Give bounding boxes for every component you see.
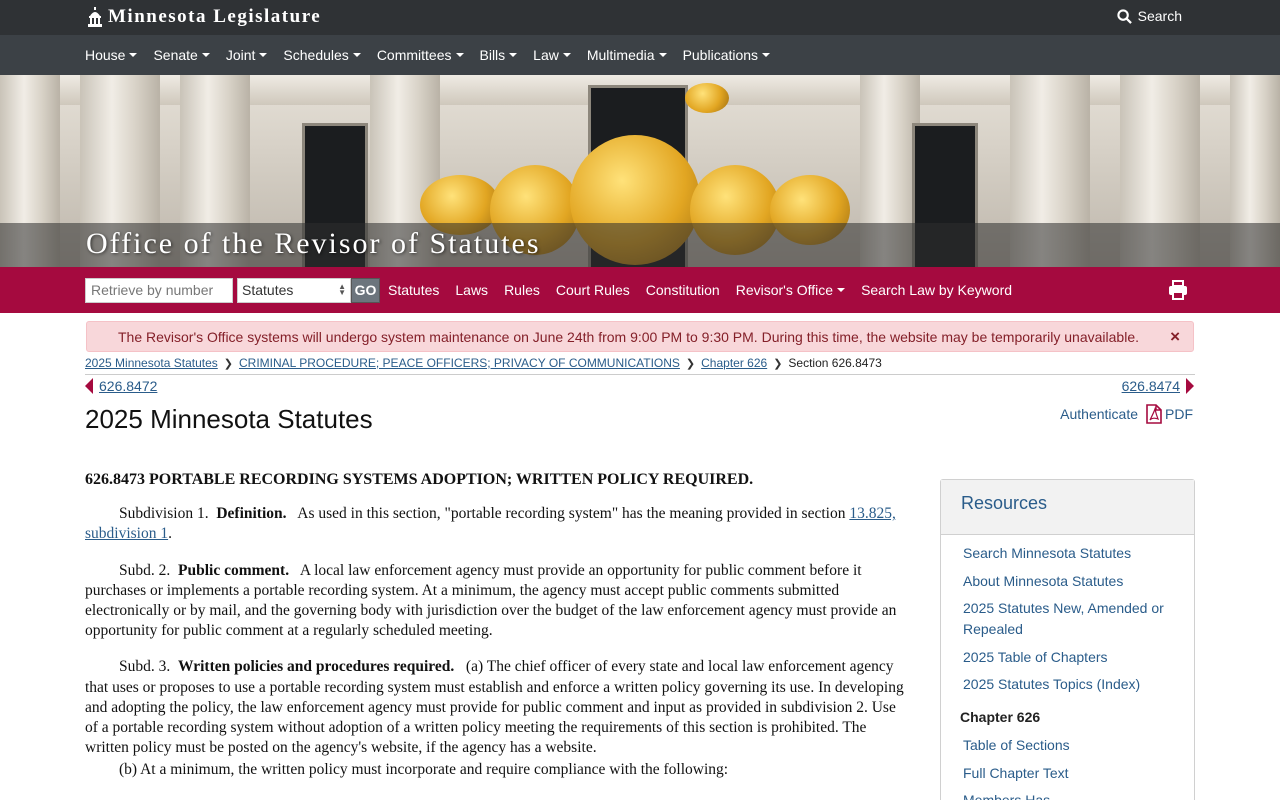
caret-down-icon: [658, 53, 667, 57]
nav-schedules[interactable]: Schedules: [283, 47, 361, 63]
resource-link[interactable]: 2025 Table of Chapters: [963, 647, 1172, 668]
caret-down-icon: [259, 53, 268, 57]
close-icon[interactable]: ×: [1170, 327, 1180, 347]
subdivision-2: Subd. 2. Public comment. A local law enf…: [85, 561, 897, 640]
resource-link[interactable]: 2025 Statutes New, Amended or Repealed: [963, 598, 1172, 640]
site-brand[interactable]: Minnesota Legislature: [86, 6, 321, 28]
retrieve-by-number-input[interactable]: [85, 277, 233, 303]
nav-senate[interactable]: Senate: [153, 47, 210, 63]
nav-publications[interactable]: Publications: [683, 47, 771, 63]
next-section[interactable]: 626.8474: [1122, 378, 1194, 394]
revisor-link-constitution[interactable]: Constitution: [646, 282, 720, 298]
section-heading: 626.8473 PORTABLE RECORDING SYSTEMS ADOP…: [85, 471, 754, 488]
chapter-link[interactable]: Full Chapter Text: [963, 763, 1172, 784]
breadcrumb-criminal-procedure[interactable]: CRIMINAL PROCEDURE; PEACE OFFICERS; PRIV…: [239, 356, 680, 370]
resources-title: Resources: [941, 480, 1194, 535]
breadcrumb-current: Section 626.8473: [788, 356, 882, 370]
page-title: 2025 Minnesota Statutes: [85, 404, 373, 434]
chapter-link[interactable]: Members Has...: [963, 790, 1172, 800]
nav-house[interactable]: House: [85, 47, 138, 63]
triangle-right-icon: [1186, 378, 1194, 394]
capitol-icon: [88, 7, 102, 27]
top-bar: Minnesota Legislature Search: [0, 0, 1280, 35]
pdf-link[interactable]: PDF: [1146, 404, 1193, 424]
caret-down-icon: [455, 53, 464, 57]
hero-title: Office of the Revisor of Statutes: [86, 227, 541, 260]
go-button[interactable]: GO: [351, 277, 380, 303]
nav-joint[interactable]: Joint: [226, 47, 268, 63]
top-search-button[interactable]: Search: [1117, 8, 1182, 24]
breadcrumb-divider: [85, 374, 1195, 375]
next-section-link[interactable]: 626.8474: [1122, 378, 1180, 394]
pdf-icon: [1146, 404, 1162, 424]
subdivision-3: Subd. 3. Written policies and procedures…: [85, 658, 904, 757]
resource-link[interactable]: 2025 Statutes Topics (Index): [963, 674, 1172, 695]
revisor-bar: Statutes ▲▼ GO Statutes Laws Rules Court…: [0, 267, 1280, 313]
authenticate-link[interactable]: Authenticate: [1060, 406, 1138, 422]
caret-down-icon: [129, 53, 138, 57]
subdivision-1: Subdivision 1. Definition. As used in th…: [85, 505, 896, 543]
breadcrumb-chapter[interactable]: Chapter 626: [701, 356, 767, 370]
document-actions: Authenticate PDF: [1060, 404, 1193, 424]
chevron-right-icon: ❯: [223, 357, 233, 370]
revisor-link-rules[interactable]: Rules: [504, 282, 540, 298]
site-title: Minnesota Legislature: [108, 6, 322, 27]
caret-down-icon: [201, 53, 210, 57]
resource-link[interactable]: About Minnesota Statutes: [963, 571, 1172, 592]
caret-down-icon: [837, 288, 846, 292]
caret-down-icon: [352, 53, 361, 57]
search-icon: [1117, 8, 1132, 24]
caret-down-icon: [762, 53, 771, 57]
breadcrumb: 2025 Minnesota Statutes ❯ CRIMINAL PROCE…: [85, 356, 882, 370]
alert-message: The Revisor's Office systems will underg…: [118, 328, 1139, 345]
main-nav: House Senate Joint Schedules Committees …: [0, 35, 1280, 75]
nav-committees[interactable]: Committees: [377, 47, 464, 63]
chapter-link[interactable]: Table of Sections: [963, 735, 1172, 756]
resources-panel: Resources Search Minnesota Statutes Abou…: [940, 479, 1195, 800]
document-type-select[interactable]: Statutes ▲ ▼: [237, 277, 351, 303]
maintenance-alert: The Revisor's Office systems will underg…: [86, 321, 1194, 352]
chapter-heading: Chapter 626: [960, 709, 1041, 725]
triangle-left-icon: [85, 378, 93, 394]
revisor-link-court-rules[interactable]: Court Rules: [556, 282, 630, 298]
resources-list: Search Minnesota Statutes About Minnesot…: [941, 535, 1194, 800]
revisor-link-statutes[interactable]: Statutes: [388, 282, 439, 298]
hero-banner: Office of the Revisor of Statutes: [0, 75, 1280, 267]
chevron-right-icon: ❯: [773, 357, 783, 370]
subdivision-3-b: (b) At a minimum, the written policy mus…: [119, 761, 729, 779]
statute-content: 626.8473 PORTABLE RECORDING SYSTEMS ADOP…: [85, 470, 910, 797]
revisor-link-laws[interactable]: Laws: [455, 282, 488, 298]
caret-down-icon: [562, 53, 571, 57]
print-icon[interactable]: [1168, 280, 1188, 300]
select-arrows-icon: ▲ ▼: [338, 282, 346, 297]
caret-down-icon: [509, 53, 518, 57]
quadriga-statue: [685, 83, 729, 113]
search-label: Search: [1137, 8, 1182, 24]
revisor-link-search-keyword[interactable]: Search Law by Keyword: [861, 282, 1012, 298]
chevron-right-icon: ❯: [685, 357, 696, 370]
prev-section-link[interactable]: 626.8472: [99, 378, 157, 394]
breadcrumb-statutes[interactable]: 2025 Minnesota Statutes: [85, 356, 218, 370]
nav-law[interactable]: Law: [533, 47, 571, 63]
revisor-link-revisors-office[interactable]: Revisor's Office: [736, 282, 846, 298]
nav-bills[interactable]: Bills: [480, 47, 518, 63]
nav-multimedia[interactable]: Multimedia: [587, 47, 667, 63]
prev-section[interactable]: 626.8472: [85, 378, 157, 394]
resource-link[interactable]: Search Minnesota Statutes: [963, 543, 1172, 564]
